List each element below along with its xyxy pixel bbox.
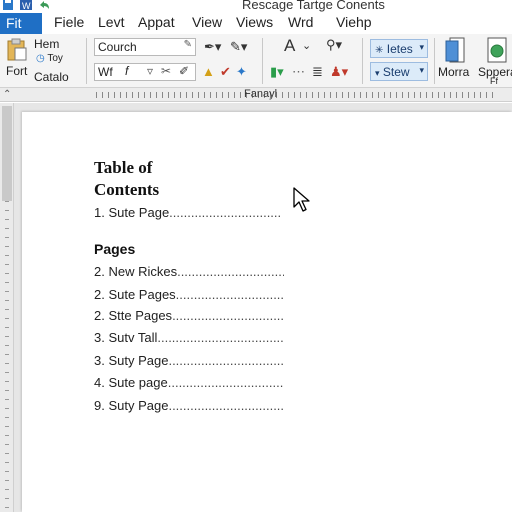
menu-help[interactable]: Viehp — [336, 14, 372, 30]
toc-entry-text: 9. Suty Page — [94, 398, 169, 413]
ribbon: Fort Hem ◷ Toy Catalo Courch ✎ Wf f ▿ ✂ … — [0, 34, 512, 88]
style-sparkle-icon: ✳ — [375, 45, 384, 56]
ruler-collapse-icon[interactable]: ⌃ — [3, 89, 11, 100]
font-size-dropdown-icon[interactable]: ⌄ — [302, 39, 311, 52]
spreadsheet-icon[interactable] — [486, 37, 510, 65]
clipboard-item-2-label: Toy — [47, 53, 63, 64]
word-icon[interactable]: W — [20, 0, 32, 10]
menu-append[interactable]: Appat — [138, 14, 175, 30]
pencil-icon[interactable]: ✐ — [179, 64, 189, 78]
file-tab[interactable]: Fit — [0, 13, 42, 34]
toc-entry-text: 3. Sutv Tall — [94, 330, 158, 345]
save-icon[interactable] — [2, 0, 14, 10]
format-painter-icon[interactable]: ✂ — [161, 64, 171, 78]
more-button[interactable]: Morra — [438, 65, 469, 79]
super-button-sub: Ff — [490, 76, 498, 86]
paragraph-dots-icon[interactable]: ⋯ — [292, 64, 305, 80]
ribbon-divider — [86, 38, 87, 84]
font-size-icon[interactable]: A — [284, 36, 295, 56]
menu-bar: Fiele Levt Appat View Views Wrd Viehp — [0, 13, 512, 34]
font-name-value: Courch — [98, 40, 137, 54]
toc-entry-dots: ................................. — [167, 375, 284, 390]
paragraph-color-icon[interactable]: ▮▾ — [270, 64, 284, 80]
menu-layout[interactable]: Levt — [98, 14, 124, 30]
section-heading: Pages — [94, 241, 136, 257]
title-bar: W Rescage Tartge Conents — [0, 0, 512, 13]
style-arrow-icon: ▾ — [375, 68, 380, 78]
font-name-box[interactable]: Courch ✎ — [94, 38, 196, 56]
clipboard-item-1[interactable]: Hem — [34, 37, 59, 51]
toc-entry[interactable]: 2. Sute Pages...........................… — [94, 287, 284, 302]
ribbon-divider — [262, 38, 263, 84]
fill-color-icon[interactable]: ♟▾ — [330, 64, 348, 80]
toc-entry[interactable]: 1. Sute Page............................… — [94, 205, 284, 220]
window-title: Rescage Tartge Conents — [242, 0, 385, 12]
toc-entry-dots: ............................... — [175, 287, 284, 302]
ruler-ticks — [96, 92, 496, 98]
menu-view[interactable]: View — [192, 14, 222, 30]
brush-tool-icon[interactable]: ✎▾ — [230, 39, 247, 55]
paste-icon[interactable] — [6, 38, 28, 62]
style-normal-label: Ietes — [386, 42, 413, 56]
menu-views[interactable]: Views — [236, 14, 273, 30]
font-style-value: Wf — [98, 65, 113, 79]
clipboard-item-2[interactable]: ◷ Toy — [36, 53, 63, 64]
pen-small-icon: ✎ — [183, 39, 192, 50]
toc-entry-text: 2. New Rickes — [94, 264, 178, 279]
chevron-down-icon: ▾ — [419, 65, 424, 75]
ribbon-divider — [362, 38, 363, 84]
text-color-icon[interactable]: ✔ — [220, 64, 231, 80]
toc-entry[interactable]: 3. Suty Page............................… — [94, 353, 284, 368]
svg-text:W: W — [22, 1, 31, 10]
cursor-icon — [293, 187, 310, 212]
toc-entry-text: 1. Sute Page — [94, 205, 170, 220]
toc-entry[interactable]: 2. Stte Pages...........................… — [94, 308, 284, 323]
toc-entry-text: 2. Stte Pages — [94, 308, 173, 323]
toc-entry-text: 2. Sute Pages — [94, 287, 176, 302]
toc-heading: Table of Contents — [94, 157, 159, 201]
clipboard-item-3[interactable]: Catalo — [34, 70, 69, 84]
toc-heading-line-1: Table of — [94, 158, 153, 177]
style-normal-button[interactable]: ✳ Ietes ▾ — [370, 39, 428, 58]
vertical-ruler-margin — [2, 106, 12, 201]
align-icon[interactable]: ≣ — [312, 64, 323, 80]
toc-entry-text: 4. Sute page — [94, 375, 168, 390]
ruler-label: Fanayl — [244, 88, 278, 100]
menu-file[interactable]: Fiele — [54, 14, 84, 30]
toc-entry-dots: ................................... — [157, 330, 284, 345]
undo-icon[interactable] — [38, 0, 50, 10]
toc-heading-line-2: Contents — [94, 180, 160, 199]
chevron-down-icon: ▾ — [419, 42, 424, 52]
clock-icon: ◷ — [36, 53, 45, 64]
toc-entry[interactable]: 9. Suty Page............................… — [94, 398, 284, 413]
toc-entry[interactable]: 2. New Rickes...........................… — [94, 264, 284, 279]
font-style-box[interactable]: Wf f ▿ ✂ ✐ — [94, 63, 196, 81]
toc-entry-dots: ............................... — [169, 205, 282, 220]
toc-entry-dots: ............................... — [172, 308, 284, 323]
document-icon[interactable] — [444, 37, 470, 65]
horizontal-ruler[interactable]: ⌃ Fanayl — [0, 88, 512, 102]
find-icon[interactable]: ⚲▾ — [326, 37, 342, 53]
toc-entry[interactable]: 3. Sutv Tall............................… — [94, 330, 284, 345]
paste-button[interactable]: Fort — [6, 64, 27, 78]
underline-color-icon[interactable]: ✦ — [236, 64, 247, 80]
toc-entry[interactable]: 4. Sute page............................… — [94, 375, 284, 390]
toc-entry-dots: ................................. — [168, 398, 284, 413]
pen-tool-icon[interactable]: ✒▾ — [204, 39, 221, 55]
italic-button[interactable]: f — [125, 64, 128, 78]
style-heading-button[interactable]: ▾ Stew ▾ — [370, 62, 428, 81]
highlight-icon[interactable]: ▿ — [147, 64, 153, 78]
toc-entry-text: 3. Suty Page — [94, 353, 169, 368]
menu-word[interactable]: Wrd — [288, 14, 313, 30]
text-effects-icon[interactable]: ▲ — [202, 64, 215, 79]
toc-entry-dots: .............................. — [177, 264, 284, 279]
style-heading-label: Stew — [382, 65, 410, 79]
toc-entry-dots: ................................. — [168, 353, 284, 368]
ribbon-divider — [434, 38, 435, 84]
